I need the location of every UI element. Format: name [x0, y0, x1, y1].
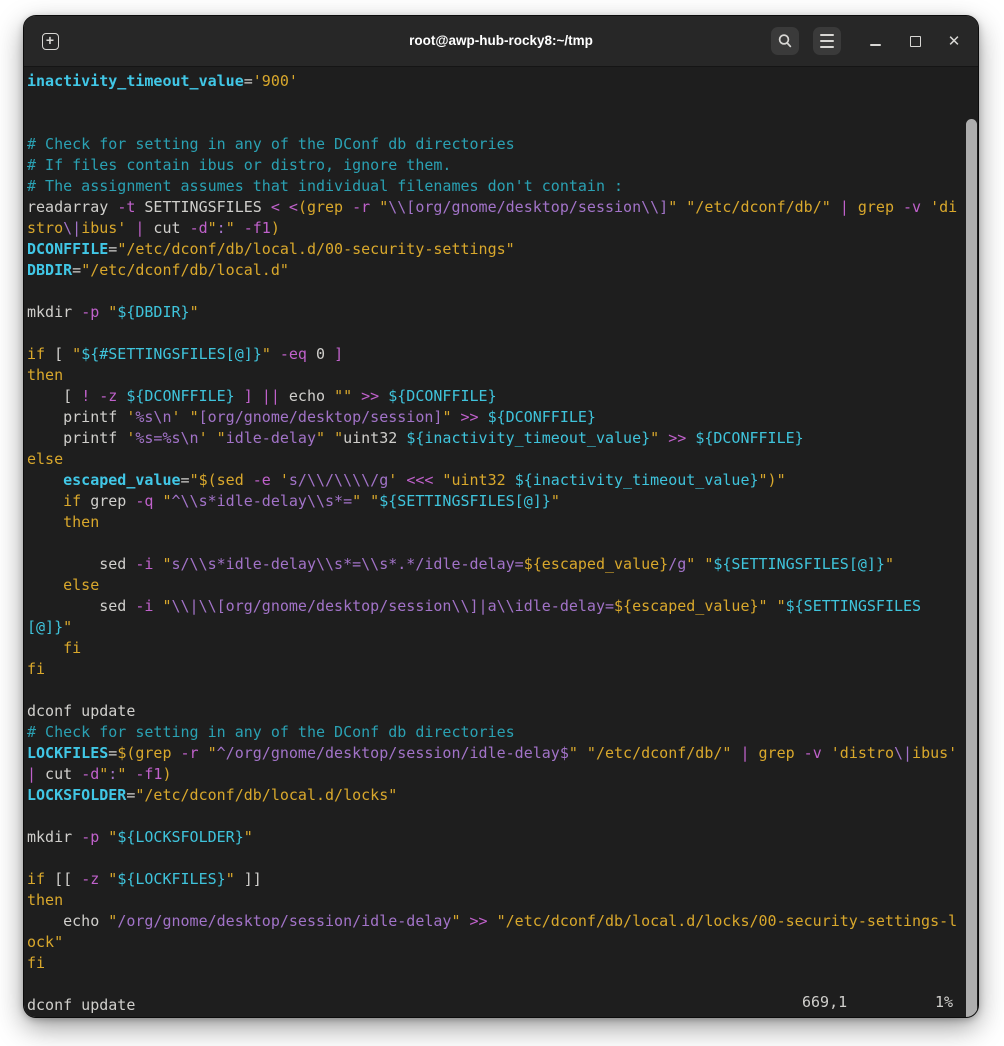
code-line: [ ! -z ${DCONFFILE} ] || echo "" >> ${DC… — [27, 387, 497, 405]
code-line: # Check for setting in any of the DConf … — [27, 135, 515, 153]
code-line: sed -i "s/\\s*idle-delay\\s*=\\s*.*/idle… — [27, 555, 894, 573]
code-line: DCONFFILE="/etc/dconf/db/local.d/00-secu… — [27, 240, 515, 258]
code-line: fi — [27, 954, 45, 972]
code-line: # The assignment assumes that individual… — [27, 177, 623, 195]
code-line: # If files contain ibus or distro, ignor… — [27, 156, 451, 174]
code-line: printf '%s=%s\n' "idle-delay" "uint32 ${… — [27, 429, 804, 447]
titlebar[interactable]: + root@awp-hub-rocky8:~/tmp ✕ — [24, 16, 978, 67]
code-line: LOCKFILES=$(grep -r "^/org/gnome/desktop… — [27, 744, 966, 783]
code-line: mkdir -p "${LOCKSFOLDER}" — [27, 828, 253, 846]
code-line: mkdir -p "${DBDIR}" — [27, 303, 199, 321]
cursor-position: 669,1 — [802, 992, 847, 1013]
terminal-window: + root@awp-hub-rocky8:~/tmp ✕ — [24, 16, 978, 1017]
menu-button[interactable] — [813, 27, 841, 55]
vim-statusline: 669,1 1% — [24, 992, 978, 1013]
minimize-button[interactable] — [863, 29, 887, 53]
minimize-icon — [870, 44, 881, 46]
code-line: printf '%s\n' "[org/gnome/desktop/sessio… — [27, 408, 596, 426]
code-line: LOCKSFOLDER="/etc/dconf/db/local.d/locks… — [27, 786, 397, 804]
maximize-icon — [910, 36, 921, 47]
code-line: sed -i "\\|\\[org/gnome/desktop/session\… — [27, 597, 921, 636]
code-line: else — [27, 450, 63, 468]
maximize-button[interactable] — [903, 29, 927, 53]
code-line: if grep -q "^\\s*idle-delay\\s*=" "${SET… — [27, 492, 560, 510]
scrollbar[interactable] — [966, 119, 977, 1017]
code-line: then — [27, 891, 63, 909]
code-line: else — [27, 576, 99, 594]
code-line: inactivity_timeout_value='900' — [27, 72, 298, 90]
code-line: readarray -t SETTINGSFILES < <(grep -r "… — [27, 198, 957, 237]
code-line: if [ "${#SETTINGSFILES[@]}" -eq 0 ] — [27, 345, 343, 363]
hamburger-menu-icon — [820, 34, 834, 47]
code-line: dconf update — [27, 702, 135, 720]
terminal-output: inactivity_timeout_value='900' # Check f… — [24, 67, 966, 1016]
code-line: echo "/org/gnome/desktop/session/idle-de… — [27, 912, 957, 951]
close-icon: ✕ — [948, 34, 961, 49]
terminal-screen[interactable]: inactivity_timeout_value='900' # Check f… — [24, 67, 978, 1017]
code-line: # Check for setting in any of the DConf … — [27, 723, 515, 741]
code-line: if [[ -z "${LOCKFILES}" ]] — [27, 870, 262, 888]
code-line: then — [27, 366, 63, 384]
search-button[interactable] — [771, 27, 799, 55]
code-line: DBDIR="/etc/dconf/db/local.d" — [27, 261, 289, 279]
code-line: then — [27, 513, 99, 531]
scroll-percent: 1% — [935, 992, 953, 1013]
code-line: escaped_value="$(sed -e 's/\\/\\\\/g' <<… — [27, 471, 786, 489]
code-line: fi — [27, 639, 81, 657]
search-icon — [777, 33, 793, 49]
code-line: fi — [27, 660, 45, 678]
close-button[interactable]: ✕ — [942, 29, 966, 53]
